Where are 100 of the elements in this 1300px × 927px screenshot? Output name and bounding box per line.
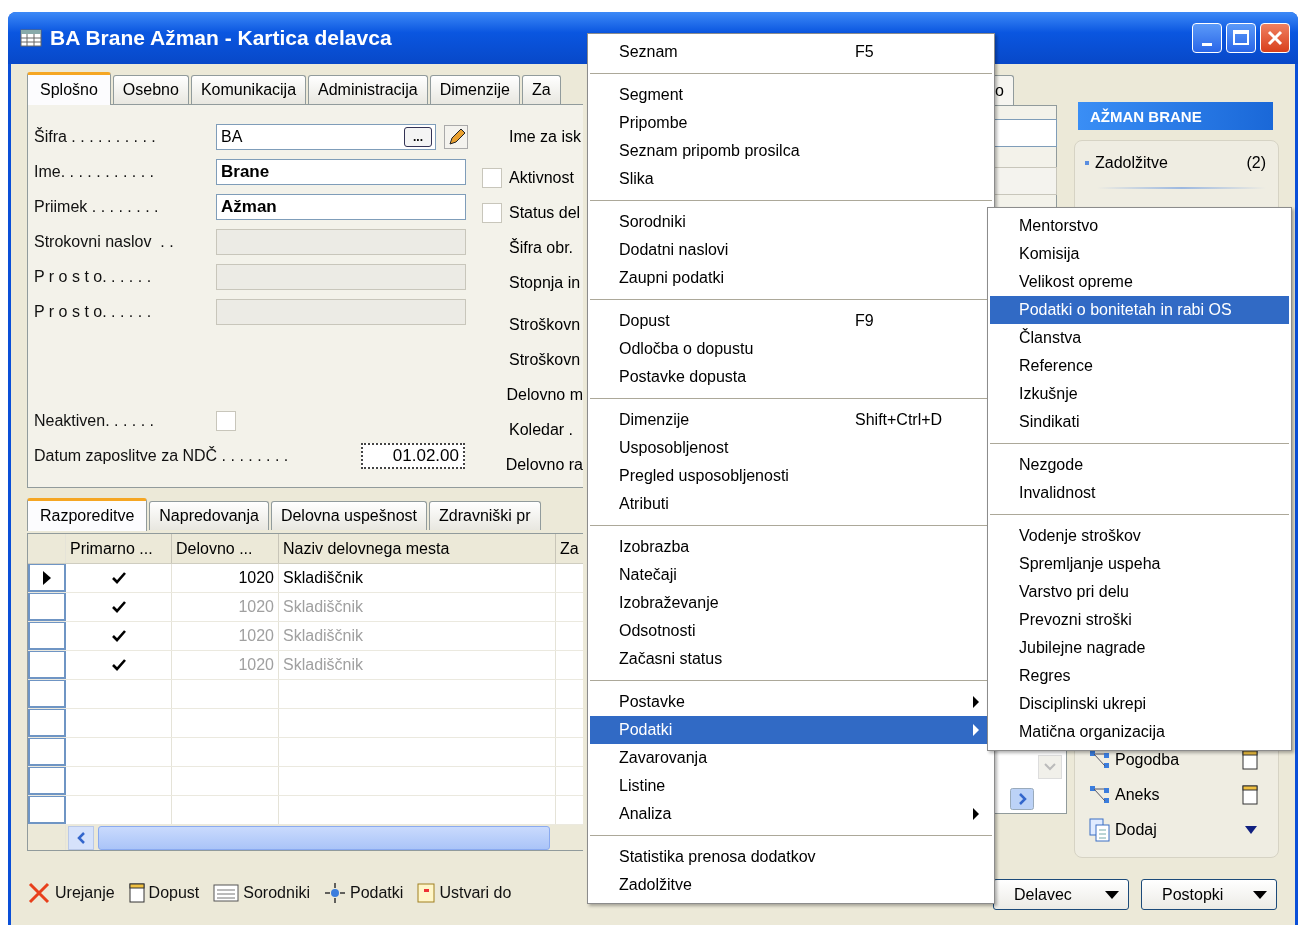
column-header[interactable]: Delovno ... (172, 534, 279, 563)
window-title: BA Brane Ažman - Kartica delavca (50, 26, 393, 50)
table-cell: Skladiščnik (283, 569, 364, 587)
menu-item[interactable]: Pripombe (590, 109, 992, 137)
menu-item[interactable]: Matična organizacija (990, 718, 1289, 746)
toolbar-button[interactable]: Dopust (128, 883, 200, 903)
menu-item[interactable]: Nezgode (990, 451, 1289, 479)
toolbar-button[interactable]: Urejanje (27, 881, 115, 905)
menu-item[interactable]: Listine (590, 772, 992, 800)
field-label: Stopnja in (509, 273, 581, 292)
maximize-button[interactable] (1226, 23, 1256, 53)
menu-item[interactable]: Vodenje stroškov (990, 522, 1289, 550)
menu-item[interactable]: Statistika prenosa dodatkov (590, 843, 992, 871)
scrollbar-thumb[interactable] (98, 826, 550, 850)
menu-item[interactable]: Segment (590, 81, 992, 109)
table-cell: Skladiščnik (283, 656, 364, 674)
tab[interactable]: Zdravniški pr (429, 501, 541, 530)
input-field[interactable]: Brane (216, 158, 466, 185)
field-label: Ime za isk (509, 127, 581, 146)
menu-item[interactable]: Velikost opreme (990, 268, 1289, 296)
menu-item[interactable]: Seznam F5 (590, 38, 992, 66)
minimize-button[interactable] (1192, 23, 1222, 53)
column-header[interactable]: Za (556, 534, 583, 563)
menu-item[interactable]: Prevozni stroški (990, 606, 1289, 634)
submenu-arrow-icon (972, 807, 980, 821)
date-field[interactable]: 01.02.00 (361, 442, 465, 469)
field-label: Status del (509, 203, 581, 222)
page-icon[interactable] (1242, 749, 1258, 770)
menu-item[interactable]: Sindikati (990, 408, 1289, 436)
toolbar-button[interactable]: Ustvari do (417, 883, 512, 903)
menu-item[interactable]: Članstva (990, 324, 1289, 352)
tab[interactable]: Dimenzije (429, 75, 520, 104)
tab[interactable]: Administracija (308, 75, 428, 104)
page-icon[interactable] (1242, 784, 1258, 805)
menu-item[interactable]: Zavarovanja (590, 744, 992, 772)
dropdown-icon (1252, 889, 1268, 900)
row-header[interactable] (28, 564, 66, 592)
table-cell: 1020 (238, 656, 274, 674)
dropdown-icon[interactable] (1244, 824, 1258, 835)
close-button[interactable] (1260, 23, 1290, 53)
menu-item[interactable]: Analiza (590, 800, 992, 828)
scroll-down-icon[interactable] (1038, 755, 1062, 779)
field-label: Stroškovn (509, 350, 581, 369)
menu-item[interactable]: Disciplinski ukrepi (990, 690, 1289, 718)
field-label: Koledar . (509, 420, 574, 439)
menu-item[interactable]: Mentorstvo (990, 212, 1289, 240)
menu-item[interactable]: Varstvo pri delu (990, 578, 1289, 606)
field-label: Delovno ra (505, 455, 583, 474)
menu-button[interactable]: Delavec (993, 879, 1129, 910)
lookup-button[interactable]: ... (404, 126, 432, 147)
chevron-left-icon (75, 831, 87, 845)
page-icon (128, 883, 145, 903)
minimize-icon (1202, 42, 1212, 46)
checkbox[interactable] (482, 202, 502, 223)
column-header[interactable]: Naziv delovnega mesta (279, 534, 556, 563)
field-label: P r o s t o. . . . . . (34, 267, 153, 286)
checkbox[interactable] (482, 167, 502, 188)
scroll-right-icon[interactable] (1010, 788, 1034, 810)
copy-icon (1089, 817, 1111, 842)
tab[interactable]: Delovna uspešnost (270, 501, 427, 530)
move-icon (324, 882, 346, 904)
tab[interactable]: Osebno (112, 75, 189, 104)
tab[interactable]: Napredovanja (149, 501, 269, 530)
menu-item[interactable]: Jubilejne nagrade (990, 634, 1289, 662)
factbox-link[interactable]: Zadolžitve (1095, 154, 1247, 172)
toolbar-button[interactable]: Podatki (324, 882, 404, 904)
tab[interactable]: Razporeditve (27, 498, 148, 531)
count: (2) (1246, 154, 1266, 172)
menu-item[interactable]: Invalidnost (990, 479, 1289, 507)
table-icon (20, 29, 42, 47)
menu-item[interactable]: Regres (990, 662, 1289, 690)
menu-item[interactable]: Izkušnje (990, 380, 1289, 408)
menu-item[interactable]: Slika (590, 165, 992, 193)
tab[interactable]: Komunikacija (190, 75, 307, 104)
column-header[interactable]: Primarno ... (66, 534, 172, 563)
action-link[interactable]: Dodaj (1115, 820, 1240, 839)
tab[interactable]: o (993, 75, 1014, 105)
current-row-icon (42, 569, 52, 586)
toolbar-button[interactable]: Sorodniki (213, 884, 310, 902)
input-field[interactable] (993, 119, 1057, 147)
menu-button[interactable]: Postopki (1141, 879, 1277, 910)
action-link[interactable]: Aneks (1115, 785, 1238, 804)
table-cell: 1020 (238, 598, 274, 616)
checkbox[interactable] (216, 410, 236, 431)
tab[interactable]: Za (521, 75, 561, 104)
field-label: Ime. . . . . . . . . . . (34, 162, 156, 181)
action-link[interactable]: Pogodba (1115, 750, 1238, 769)
menu-item[interactable]: Podatki o bonitetah in rabi OS (990, 296, 1289, 324)
menu-item[interactable]: Reference (990, 352, 1289, 380)
nodes-icon (1089, 749, 1111, 770)
menu-item[interactable]: Zadolžitve (590, 871, 992, 899)
tab[interactable]: Splošno (27, 72, 111, 105)
scroll-left-button[interactable] (68, 826, 94, 850)
input-field[interactable]: BA ... (216, 123, 436, 150)
input-field[interactable]: Ažman (216, 193, 466, 220)
pencil-icon[interactable] (444, 124, 468, 149)
menu-item[interactable]: Komisija (990, 240, 1289, 268)
menu-item[interactable]: Seznam pripomb prosilca (590, 137, 992, 165)
menu-item[interactable]: Spremljanje uspeha (990, 550, 1289, 578)
field-label: Šifra obr. (509, 238, 574, 257)
